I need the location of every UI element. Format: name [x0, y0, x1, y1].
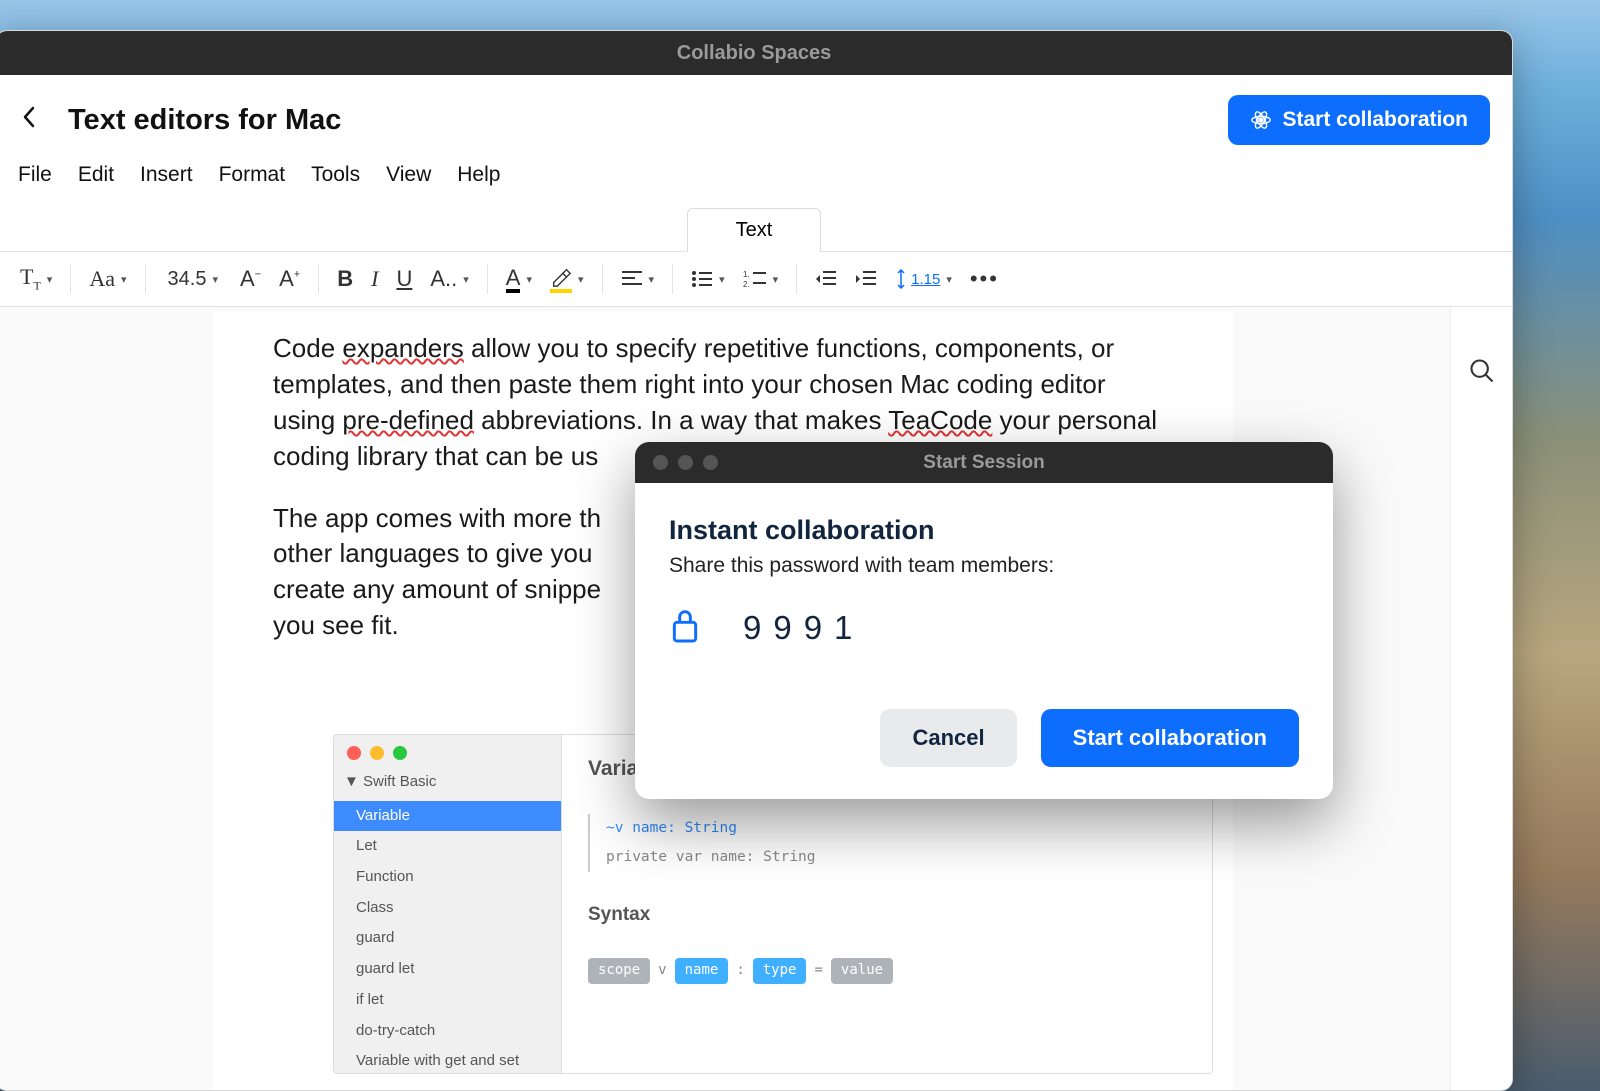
embedded-group-header: ▼ Swift Basic — [334, 764, 561, 801]
numbered-list-picker[interactable]: 1.2.▾ — [737, 261, 785, 297]
bold-button[interactable]: B — [331, 261, 359, 297]
outdent-button[interactable] — [809, 261, 843, 297]
separator — [70, 264, 71, 294]
cancel-button[interactable]: Cancel — [880, 709, 1016, 767]
line-spacing-picker[interactable]: 1.15 ▾ — [889, 261, 958, 297]
embedded-syntax-label: Syntax — [588, 902, 1186, 928]
document-title: Text editors for Mac — [68, 104, 1200, 137]
highlighter-icon — [550, 266, 572, 293]
session-password: 9991 — [743, 609, 864, 647]
start-collaboration-confirm-button[interactable]: Start collaboration — [1041, 709, 1299, 767]
menu-edit[interactable]: Edit — [78, 163, 114, 187]
separator — [487, 264, 488, 294]
bullet-list-picker[interactable]: ▾ — [685, 261, 731, 297]
embedded-sidebar: ▼ Swift Basic Variable Let Function Clas… — [334, 735, 562, 1073]
decrease-font-button[interactable]: A− — [234, 261, 267, 297]
token-v: v — [658, 961, 666, 980]
separator — [318, 264, 319, 294]
svg-text:2.: 2. — [743, 280, 750, 288]
password-row: 9991 — [669, 606, 1299, 649]
underline-button[interactable]: U — [390, 261, 418, 297]
app-title: Collabio Spaces — [677, 42, 832, 65]
line-height-value: 1.15 — [911, 271, 940, 288]
menu-bar: File Edit Insert Format Tools View Help — [0, 155, 1512, 207]
separator — [796, 264, 797, 294]
collab-button-label: Start collaboration — [1282, 108, 1468, 132]
collaboration-icon — [1250, 109, 1272, 131]
more-text-format-picker[interactable]: A..▾ — [424, 261, 474, 297]
separator — [672, 264, 673, 294]
menu-view[interactable]: View — [386, 163, 431, 187]
traffic-close-icon — [347, 746, 361, 760]
dialog-body: Instant collaboration Share this passwor… — [635, 483, 1333, 799]
token-value: value — [831, 958, 893, 983]
menu-insert[interactable]: Insert — [140, 163, 193, 187]
start-collaboration-button[interactable]: Start collaboration — [1228, 95, 1490, 145]
italic-button[interactable]: I — [365, 261, 384, 297]
back-button[interactable] — [18, 102, 40, 138]
list-item: Variable with get and set — [334, 1046, 561, 1074]
bullet-list-icon — [691, 270, 713, 288]
list-item: Function — [334, 862, 561, 893]
indent-button[interactable] — [849, 261, 883, 297]
search-icon — [1468, 357, 1496, 385]
start-session-dialog: Start Session Instant collaboration Shar… — [635, 442, 1333, 799]
font-size-picker[interactable]: 34.5▾ — [158, 261, 228, 297]
embedded-traffic-lights — [334, 735, 561, 764]
list-item: if let — [334, 985, 561, 1016]
indent-icon — [855, 270, 877, 288]
dialog-title: Start Session — [635, 452, 1333, 474]
increase-font-button[interactable]: A+ — [273, 261, 306, 297]
dialog-subtitle: Share this password with team members: — [669, 554, 1299, 578]
dialog-heading: Instant collaboration — [669, 515, 1299, 546]
list-item: guard — [334, 923, 561, 954]
menu-tools[interactable]: Tools — [311, 163, 360, 187]
token-type: type — [753, 958, 807, 983]
embedded-code-block: ~v name: String private var name: String — [588, 814, 1186, 872]
font-family-picker[interactable]: Aa▾ — [83, 261, 132, 297]
separator — [145, 264, 146, 294]
search-button[interactable] — [1468, 357, 1496, 1091]
syntax-tokens: scope v name : type = value — [588, 958, 1186, 983]
traffic-minimize-icon — [370, 746, 384, 760]
list-item: Variable — [334, 801, 561, 832]
token-eq: = — [814, 961, 822, 980]
text-style-picker[interactable]: TT▾ — [14, 261, 58, 297]
list-item: Let — [334, 831, 561, 862]
line-spacing-icon — [895, 269, 907, 289]
formatting-toolbar: TT▾ Aa▾ 34.5▾ A− A+ B I U A..▾ A▾ ▾ ▾ — [0, 251, 1512, 307]
token-scope: scope — [588, 958, 650, 983]
right-rail — [1450, 307, 1512, 1091]
tab-row: Text — [0, 207, 1512, 251]
menu-format[interactable]: Format — [219, 163, 286, 187]
window-titlebar: Collabio Spaces — [0, 31, 1512, 75]
list-item: Class — [334, 893, 561, 924]
align-left-icon — [621, 270, 643, 288]
chevron-left-icon — [22, 106, 36, 128]
outdent-icon — [815, 270, 837, 288]
list-item: do-try-catch — [334, 1016, 561, 1047]
svg-text:1.: 1. — [743, 270, 750, 279]
menu-help[interactable]: Help — [457, 163, 500, 187]
dialog-titlebar: Start Session — [635, 442, 1333, 483]
text-color-picker[interactable]: A▾ — [500, 261, 538, 297]
tab-text[interactable]: Text — [687, 208, 822, 252]
traffic-zoom-icon — [393, 746, 407, 760]
doc-header: Text editors for Mac Start collaboration — [0, 75, 1512, 155]
font-size-value: 34.5 — [168, 268, 207, 291]
list-item: guard let — [334, 954, 561, 985]
token-name: name — [675, 958, 729, 983]
dialog-buttons: Cancel Start collaboration — [669, 709, 1299, 767]
more-options-button[interactable]: ••• — [964, 261, 1005, 297]
token-colon: : — [736, 961, 744, 980]
lock-icon — [669, 606, 701, 649]
menu-file[interactable]: File — [18, 163, 52, 187]
align-picker[interactable]: ▾ — [615, 261, 661, 297]
numbered-list-icon: 1.2. — [743, 270, 767, 288]
separator — [602, 264, 603, 294]
highlight-color-picker[interactable]: ▾ — [544, 261, 590, 297]
